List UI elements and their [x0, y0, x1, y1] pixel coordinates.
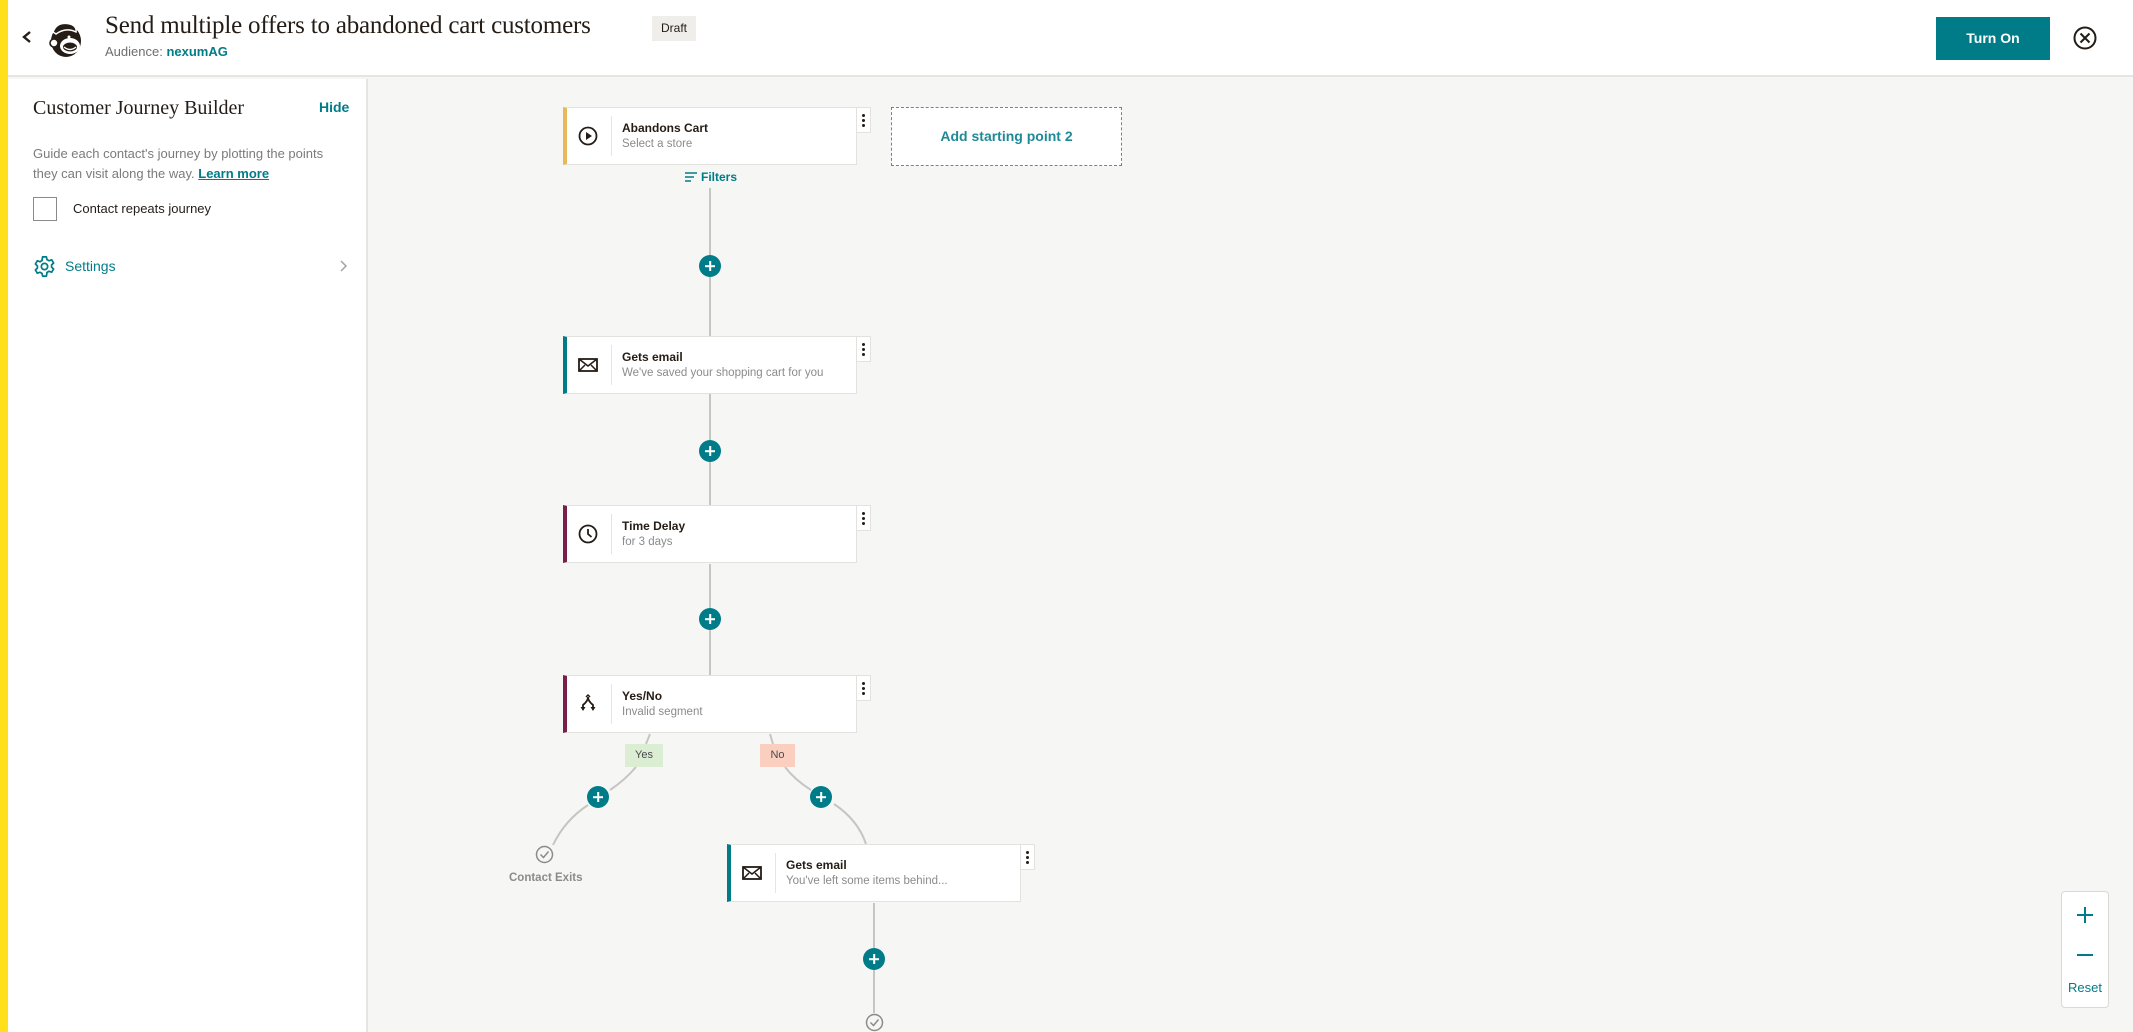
card-subtitle: Invalid segment	[622, 706, 703, 718]
branch-icon	[580, 693, 596, 711]
zoom-out-icon[interactable]	[2062, 940, 2108, 970]
card-title: Abandons Cart	[622, 121, 709, 135]
step-menu-button[interactable]	[857, 675, 871, 701]
sidebar-title: Customer Journey Builder	[33, 97, 245, 119]
card-title: Gets email	[622, 350, 683, 364]
add-step-button[interactable]	[699, 440, 721, 462]
hide-sidebar-button[interactable]: Hide	[319, 99, 349, 115]
description-text: Guide each contact's journey by plotting…	[33, 146, 324, 181]
card-title: Time Delay	[622, 519, 686, 533]
card-divider	[611, 345, 612, 385]
exit-check-icon	[535, 845, 554, 864]
card-divider	[775, 853, 776, 893]
step-menu-button[interactable]	[857, 505, 871, 531]
zoom-reset-button[interactable]: Reset	[2062, 980, 2108, 995]
settings-label: Settings	[65, 258, 116, 274]
filter-lines-icon	[685, 172, 697, 182]
settings-row[interactable]: Settings	[33, 253, 348, 279]
contact-repeats-label[interactable]: Contact repeats journey	[73, 201, 211, 216]
filters-button[interactable]: Filters	[685, 170, 737, 184]
add-starting-point-button[interactable]: Add starting point 2	[891, 107, 1122, 166]
contact-exits-label: Contact Exits	[509, 872, 583, 884]
contact-repeats-checkbox[interactable]	[33, 197, 57, 221]
journey-sidebar: Customer Journey Builder Hide Guide each…	[8, 79, 368, 1032]
back-chevron-icon[interactable]	[19, 26, 35, 48]
envelope-icon	[742, 866, 762, 880]
no-branch-label: No	[760, 744, 795, 767]
card-title: Gets email	[786, 858, 847, 872]
card-divider	[611, 116, 612, 156]
zoom-in-icon[interactable]	[2062, 900, 2108, 930]
add-step-button[interactable]	[699, 608, 721, 630]
step-menu-button[interactable]	[1021, 844, 1035, 870]
card-title: Yes/No	[622, 689, 663, 703]
add-step-button[interactable]	[699, 255, 721, 277]
play-circle-icon	[578, 126, 598, 146]
audience-info: Audience: nexumAG	[105, 44, 228, 59]
step-card-time-delay[interactable]: Time Delay for 3 days	[563, 505, 857, 563]
status-badge: Draft	[652, 16, 697, 41]
exit-check-icon	[865, 1013, 884, 1032]
card-divider	[611, 514, 612, 554]
mailchimp-logo-icon	[49, 22, 81, 57]
step-menu-button[interactable]	[857, 336, 871, 362]
close-icon[interactable]	[2072, 25, 2098, 51]
chevron-right-icon	[340, 260, 348, 272]
card-divider	[611, 684, 612, 724]
audience-link[interactable]: nexumAG	[166, 44, 227, 59]
page-title: Send multiple offers to abandoned cart c…	[105, 12, 591, 39]
step-card-gets-email[interactable]: Gets email We've saved your shopping car…	[563, 336, 857, 394]
card-subtitle: Select a store	[622, 138, 693, 150]
card-subtitle: You've left some items behind...	[786, 875, 948, 887]
gear-icon	[34, 256, 55, 277]
audience-label: Audience:	[105, 44, 163, 59]
step-card-gets-email-no-branch[interactable]: Gets email You've left some items behind…	[727, 844, 1021, 902]
add-step-yes-button[interactable]	[587, 786, 609, 808]
filters-label: Filters	[701, 170, 738, 184]
envelope-icon	[578, 358, 598, 372]
clock-icon	[578, 524, 598, 544]
card-subtitle: for 3 days	[622, 536, 673, 548]
brand-stripe	[0, 0, 8, 1032]
app-header: Send multiple offers to abandoned cart c…	[8, 0, 2133, 77]
zoom-controls: Reset	[2061, 891, 2109, 1008]
card-subtitle: We've saved your shopping cart for you	[622, 367, 824, 379]
yes-branch-label: Yes	[625, 744, 663, 767]
sidebar-description: Guide each contact's journey by plotting…	[33, 144, 333, 184]
trigger-menu-button[interactable]	[857, 107, 871, 133]
trigger-card-abandons-cart[interactable]: Abandons Cart Select a store	[563, 107, 857, 165]
turn-on-button[interactable]: Turn On	[1936, 17, 2050, 60]
add-step-no-button[interactable]	[810, 786, 832, 808]
step-card-yes-no[interactable]: Yes/No Invalid segment	[563, 675, 857, 733]
learn-more-link[interactable]: Learn more	[198, 166, 269, 181]
add-step-button[interactable]	[863, 948, 885, 970]
